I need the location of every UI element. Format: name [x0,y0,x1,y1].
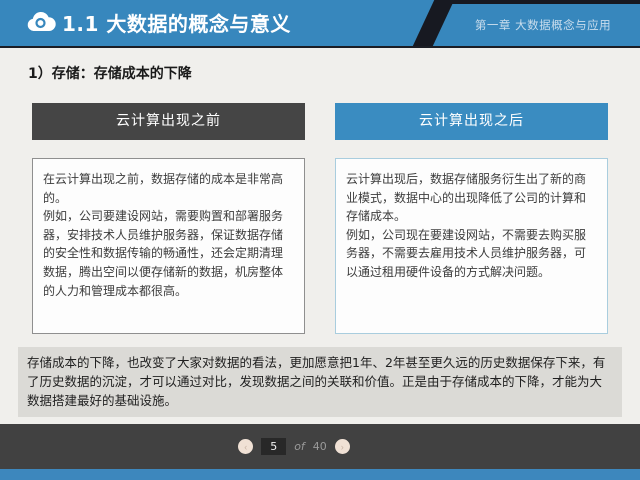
comparison-columns: 云计算出现之前 在云计算出现之前，数据存储的成本是非常高的。 例如，公司要建设网… [0,103,640,334]
header-title-group: 1.1 大数据的概念与意义 [26,0,291,44]
cloud-icon [26,11,56,33]
column-before-body: 在云计算出现之前，数据存储的成本是非常高的。 例如，公司要建设网站，需要购置和部… [32,158,305,334]
next-page-button[interactable]: › [335,439,350,454]
presentation-slide: 1.1 大数据的概念与意义 第一章 大数据概念与应用 1）存储：存储成本的下降 … [0,0,640,480]
section-subtitle: 1）存储：存储成本的下降 [28,63,640,83]
column-before-cloud: 云计算出现之前 在云计算出现之前，数据存储的成本是非常高的。 例如，公司要建设网… [32,103,305,334]
page-separator-label: of [294,440,305,453]
page-navigator: ‹ 5 of 40 › [238,438,350,455]
summary-paragraph: 存储成本的下降，也改变了大家对数据的看法，更加愿意把1年、2年甚至更久远的历史数… [18,347,622,417]
column-after-cloud: 云计算出现之后 云计算出现后，数据存储服务衍生出了新的商业模式，数据中心的出现降… [335,103,608,334]
slide-footer: ‹ 5 of 40 › [0,424,640,480]
column-after-body: 云计算出现后，数据存储服务衍生出了新的商业模式，数据中心的出现降低了公司的计算和… [335,158,608,334]
current-page-number: 5 [261,438,286,455]
page-title: 1.1 大数据的概念与意义 [62,8,291,37]
chapter-label: 第一章 大数据概念与应用 [475,17,611,33]
header-chapter-section: 第一章 大数据概念与应用 [446,0,640,46]
column-before-header: 云计算出现之前 [32,103,305,140]
total-pages-number: 40 [313,440,327,453]
column-after-header: 云计算出现之后 [335,103,608,140]
previous-page-button[interactable]: ‹ [238,439,253,454]
slide-header: 1.1 大数据的概念与意义 第一章 大数据概念与应用 [0,0,640,48]
